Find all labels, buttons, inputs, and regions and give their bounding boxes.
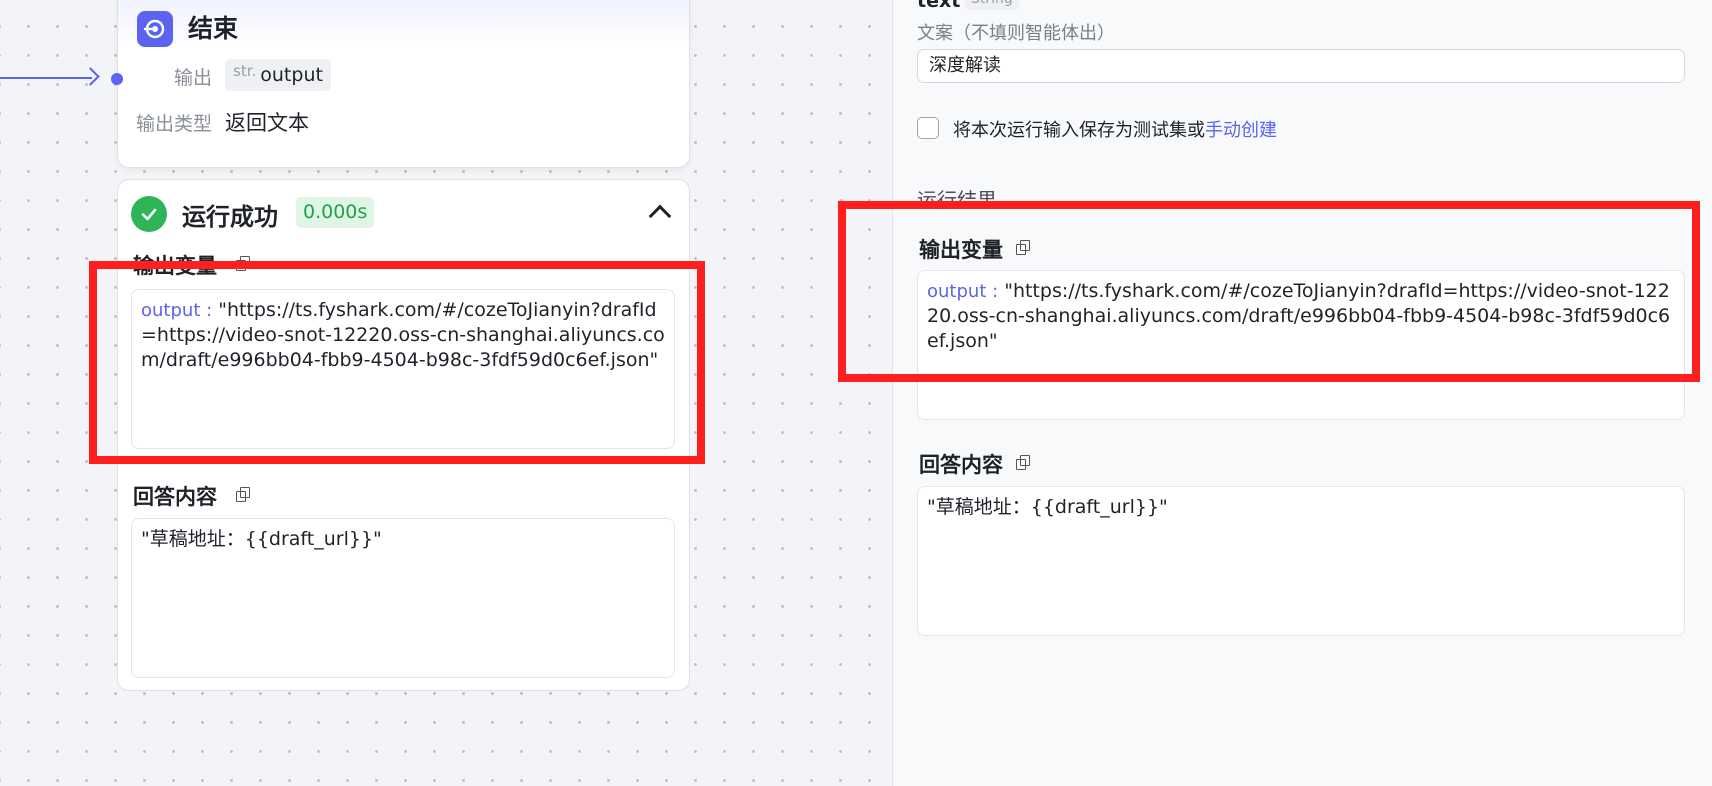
answer-value: "草稿地址：{{draft_url}}" <box>927 496 1168 518</box>
field-type-badge: String <box>965 0 1019 10</box>
arrow-icon <box>81 67 100 86</box>
manual-create-link[interactable]: 手动创建 <box>1205 120 1277 141</box>
end-node[interactable]: 结束 输出 str. output 输出类型 返回文本 <box>117 0 690 168</box>
copy-icon[interactable] <box>236 487 250 502</box>
success-check-icon <box>131 196 167 232</box>
output-variables-label: 输出变量 <box>919 238 1003 262</box>
output-variables-box[interactable]: output : "https://ts.fyshark.com/#/cozeT… <box>131 289 675 449</box>
output-type-value: 返回文本 <box>225 111 309 135</box>
output-key: output : <box>927 281 999 302</box>
run-status: 运行成功 <box>182 203 278 231</box>
save-as-testset-checkbox[interactable] <box>917 117 939 139</box>
output-value: "https://ts.fyshark.com/#/cozeToJianyin?… <box>141 299 665 371</box>
test-run-panel: text String 文案（不填则智能体出） 深度解读 将本次运行输入保存为测… <box>892 0 1712 786</box>
workflow-canvas[interactable]: 结束 输出 str. output 输出类型 返回文本 运行成功 0.000s … <box>0 0 892 786</box>
output-label: 输出 <box>174 67 213 89</box>
node-title: 结束 <box>188 14 239 43</box>
output-variables-label: 输出变量 <box>133 254 217 278</box>
end-node-icon <box>137 11 173 47</box>
connection-edge <box>0 77 92 79</box>
answer-content-label: 回答内容 <box>133 485 217 509</box>
field-name: text <box>917 0 961 12</box>
answer-content-box[interactable]: "草稿地址：{{draft_url}}" <box>917 486 1685 636</box>
output-variable-tag: str. output <box>225 59 331 91</box>
answer-content-box[interactable]: "草稿地址：{{draft_url}}" <box>131 518 675 678</box>
output-value: "https://ts.fyshark.com/#/cozeToJianyin?… <box>927 280 1671 352</box>
copy-icon[interactable] <box>1016 240 1030 255</box>
string-type-tag: str. <box>233 62 257 80</box>
save-as-testset-label: 将本次运行输入保存为测试集或手动创建 <box>953 116 1277 142</box>
output-key: output : <box>141 300 213 321</box>
run-time-badge: 0.000s <box>296 197 375 228</box>
output-variable-name: output <box>260 64 323 86</box>
output-type-label: 输出类型 <box>136 113 213 135</box>
run-results-heading: 运行结果 <box>917 188 997 212</box>
input-port[interactable] <box>111 73 123 85</box>
copy-text-field-label: 文案（不填则智能体出） <box>917 23 1115 44</box>
copy-icon[interactable] <box>1016 455 1030 470</box>
copy-text-input[interactable]: 深度解读 <box>917 49 1685 83</box>
output-variables-box[interactable]: output : "https://ts.fyshark.com/#/cozeT… <box>917 270 1685 420</box>
answer-value: "草稿地址：{{draft_url}}" <box>141 528 382 550</box>
save-as-testset-text: 将本次运行输入保存为测试集或 <box>953 120 1205 141</box>
copy-icon[interactable] <box>236 256 250 271</box>
answer-content-label: 回答内容 <box>919 453 1003 477</box>
chevron-up-icon[interactable] <box>648 204 672 228</box>
run-result-card: 运行成功 0.000s 输出变量 output : "https://ts.fy… <box>117 179 690 691</box>
